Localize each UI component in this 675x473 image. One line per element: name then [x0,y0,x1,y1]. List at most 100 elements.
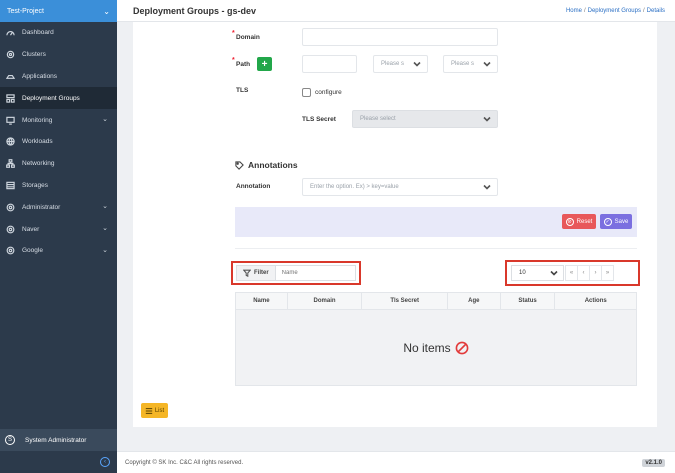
chevron-down-icon [482,114,492,124]
sidebar-nav: Dashboard Clusters Applications Deployme… [0,22,117,262]
sidebar-item-label: Networking [22,160,55,168]
sidebar-item-deployment-groups[interactable]: Deployment Groups [0,87,117,110]
path-select-2[interactable]: Please s [443,55,498,73]
chevron-down-icon: ⌄ [102,116,108,124]
page-title: Deployment Groups - gs-dev [133,5,257,16]
sidebar-item-label: Google [22,247,43,255]
divider [235,248,637,249]
sidebar-item-label: Dashboard [22,29,54,37]
tls-configure-checkbox[interactable] [302,88,311,97]
column-header-tls-secret[interactable]: Tls Secret [362,293,448,309]
breadcrumb: Home / Deployment Groups / Details [565,7,665,14]
user-name: System Administrator [25,436,87,444]
form-action-bar: ⊘ Reset ✓ Save [235,207,637,237]
globe-icon [5,137,15,147]
tls-label: TLS [236,87,249,94]
sidebar-item-workloads[interactable]: Workloads [0,131,117,153]
applications-icon [5,71,15,81]
check-icon: ✓ [603,217,612,226]
sidebar: Test-Project ⌄ Dashboard Clusters Applic… [0,0,117,473]
sidebar-collapse-bar: ‹ [0,451,117,473]
add-path-button[interactable]: + [257,57,272,71]
column-header-status[interactable]: Status [501,293,556,309]
path-label: * Path [232,57,251,68]
sidebar-item-label: Naver [22,225,40,233]
column-header-age[interactable]: Age [448,293,501,309]
project-name: Test-Project [7,7,44,15]
annotation-label: Annotation [236,183,271,190]
filter-input[interactable] [275,270,360,276]
gear-icon [5,202,15,212]
sidebar-item-naver[interactable]: Naver ⌄ [0,218,117,240]
avatar: S [5,435,15,445]
chevron-down-icon: ⌄ [103,6,110,16]
sidebar-item-networking[interactable]: Networking [0,153,117,175]
breadcrumb-home[interactable]: Home [566,8,582,14]
sidebar-item-label: Storages [22,181,49,189]
filter-icon [243,269,251,277]
sidebar-item-clusters[interactable]: Clusters [0,44,117,66]
chevron-down-icon [482,59,492,69]
sidebar-item-label: Deployment Groups [22,94,80,102]
filter-group: Filter [236,265,360,281]
chevron-down-icon [482,182,492,192]
page-size-select[interactable]: 10 [511,265,564,281]
sidebar-item-monitoring[interactable]: Monitoring ⌄ [0,109,117,131]
column-header-name[interactable]: Name [236,293,288,309]
tls-secret-select[interactable]: Please select [352,110,498,128]
sidebar-item-administrator[interactable]: Administrator ⌄ [0,196,117,218]
tag-icon [235,160,244,170]
sidebar-item-dashboard[interactable]: Dashboard [0,22,117,44]
list-icon [145,407,153,414]
path-select-1[interactable]: Please s [373,55,428,73]
gear-icon [5,224,15,234]
path-input[interactable] [302,55,357,73]
dashboard-icon [5,28,15,38]
chevron-down-icon: ⌄ [102,225,108,233]
page-header: Deployment Groups - gs-dev Home / Deployme… [117,0,675,22]
annotations-heading: Annotations [235,160,298,170]
tls-secret-label: TLS Secret [302,116,336,123]
domain-input[interactable] [302,28,498,46]
empty-state-text: No items [403,341,451,355]
project-selector[interactable]: Test-Project ⌄ [0,0,117,22]
empty-state: No items [236,310,636,386]
detail-card: * Domain * Path + Please s Please s TLS co… [133,22,657,427]
breadcrumb-current: Details [646,7,665,14]
reset-icon: ⊘ [565,217,574,226]
filter-highlight: Filter [231,261,361,285]
table-header: Name Domain Tls Secret Age Status Action… [236,293,636,310]
results-table: Name Domain Tls Secret Age Status Action… [235,292,637,386]
monitor-icon [5,115,15,125]
tls-configure-label: configure [315,89,342,96]
filter-label: Filter [237,266,276,280]
sidebar-item-label: Administrator [22,203,61,211]
chevron-down-icon [549,268,559,278]
network-icon [5,159,15,169]
storage-icon [5,180,15,190]
chevron-down-icon: ⌄ [102,246,108,254]
collapse-sidebar-icon[interactable]: ‹ [100,457,110,467]
save-button[interactable]: ✓ Save [600,214,632,229]
sidebar-item-label: Applications [22,72,58,80]
reset-button[interactable]: ⊘ Reset [562,214,596,229]
last-page-button[interactable]: » [601,265,614,281]
list-button[interactable]: List [141,403,168,418]
column-header-domain[interactable]: Domain [288,293,363,309]
domain-label: * Domain [232,30,260,41]
chevron-down-icon: ⌄ [102,203,108,211]
sidebar-item-label: Monitoring [22,116,53,124]
user-profile[interactable]: S System Administrator [0,429,117,451]
page-footer: Copyright © SK Inc. C&C All rights reser… [117,451,675,473]
column-header-actions: Actions [584,298,607,304]
sidebar-item-google[interactable]: Google ⌄ [0,240,117,262]
annotation-select[interactable]: Enter the option. Ex) > key=value [302,178,498,196]
gear-icon [5,246,15,256]
sidebar-item-applications[interactable]: Applications [0,66,117,88]
version-badge: v2.1.0 [642,458,665,467]
chevron-down-icon [412,59,422,69]
copyright-text: Copyright © SK Inc. C&C All rights reser… [125,459,244,466]
sidebar-item-storages[interactable]: Storages [0,175,117,197]
breadcrumb-deployment-groups[interactable]: Deployment Groups [588,8,641,14]
deployment-groups-icon [5,93,15,103]
